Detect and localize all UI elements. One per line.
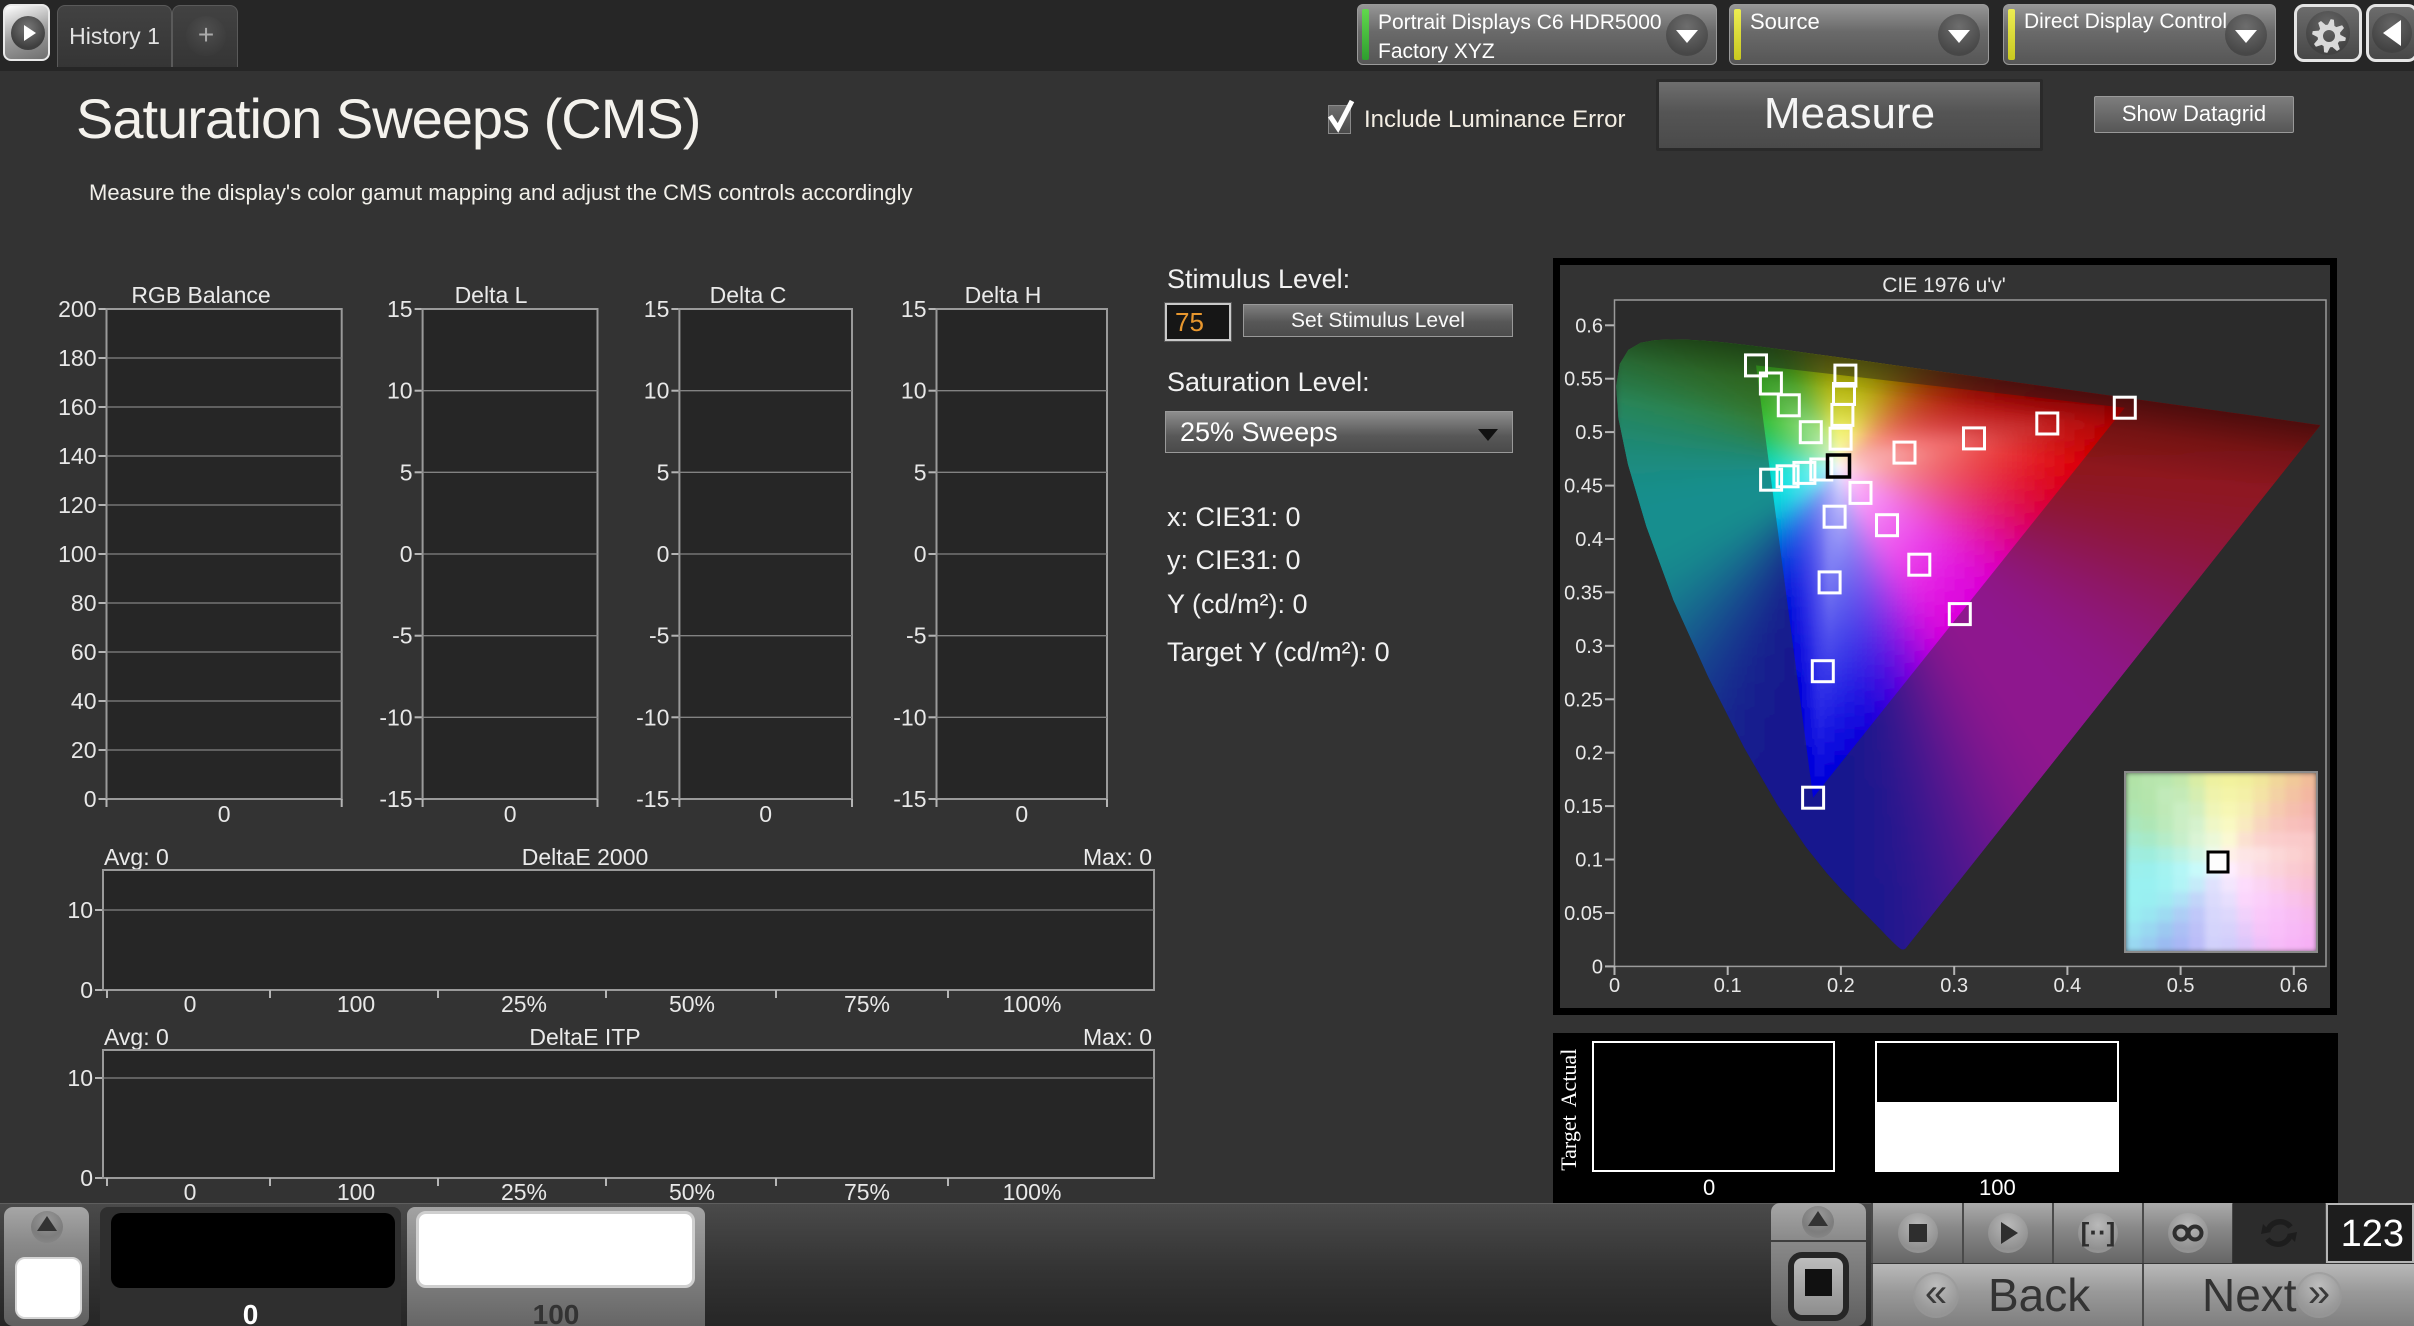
svg-text:0.6: 0.6 <box>1575 315 1603 337</box>
svg-text:0.05: 0.05 <box>1564 903 1603 925</box>
svg-text:0: 0 <box>1592 956 1603 978</box>
svg-text:0.35: 0.35 <box>1564 582 1603 604</box>
svg-text:0.1: 0.1 <box>1575 850 1603 872</box>
svg-text:0.5: 0.5 <box>2167 975 2195 997</box>
svg-text:0.1: 0.1 <box>1714 975 1742 997</box>
svg-text:0.2: 0.2 <box>1827 975 1855 997</box>
svg-text:0.4: 0.4 <box>1575 529 1603 551</box>
svg-text:0.25: 0.25 <box>1564 689 1603 711</box>
svg-text:0.6: 0.6 <box>2280 975 2308 997</box>
svg-text:0.45: 0.45 <box>1564 476 1603 498</box>
svg-text:0: 0 <box>1609 975 1620 997</box>
svg-text:0.2: 0.2 <box>1575 743 1603 765</box>
svg-text:CIE 1976 u'v': CIE 1976 u'v' <box>1882 274 2006 297</box>
svg-text:0.3: 0.3 <box>1575 636 1603 658</box>
svg-text:0.55: 0.55 <box>1564 369 1603 391</box>
svg-text:0.15: 0.15 <box>1564 796 1603 818</box>
svg-text:0.4: 0.4 <box>2053 975 2081 997</box>
svg-text:0.5: 0.5 <box>1575 422 1603 444</box>
svg-text:0.3: 0.3 <box>1940 975 1968 997</box>
